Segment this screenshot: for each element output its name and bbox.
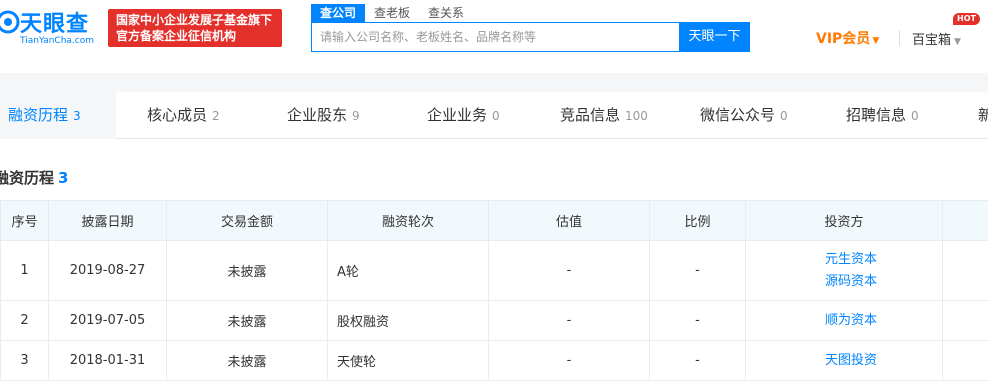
tab-label: 企业股东 [287,106,348,124]
tab-count: 0 [492,109,500,123]
treasure-label: 百宝箱 [912,33,952,48]
caret-down-icon: ▼ [872,36,880,46]
tab-label: 新 [978,106,988,124]
section-title: 融资历程 3 [0,167,68,188]
tab-label: 招聘信息 [846,106,907,124]
logo-english-text: TianYanCha.com [20,36,95,46]
cell-no: 2 [0,300,49,341]
investor-link[interactable]: 源码资本 [760,271,942,293]
tab-search-boss[interactable]: 查老板 [365,4,419,22]
search-input[interactable] [312,23,679,51]
header-cell-date: 披露日期 [48,200,167,241]
cell-investors: 元生资本 源码资本 [745,240,943,301]
table-row: 1 2019-08-27 未披露 A轮 - - 元生资本 源码资本 [0,240,988,301]
tab-count: 2 [212,109,220,123]
tab-count: 0 [780,109,788,123]
cell-valuation: - [488,300,650,341]
cell-amount: 未披露 [166,300,328,341]
tab-count: 3 [73,109,81,123]
tab-label: 竞品信息 [560,106,621,124]
cell-extra [942,240,988,301]
tab-label: 融资历程 [8,106,69,124]
cell-ratio: - [649,300,746,341]
tab-business[interactable]: 企业业务 0 [427,92,500,139]
cell-investors: 顺为资本 [745,300,943,341]
header-divider [899,30,900,46]
slogan-badge: 国家中小企业发展子基金旗下 官方备案企业征信机构 [108,9,282,47]
cell-amount: 未披露 [166,340,328,381]
tab-core-members[interactable]: 核心成员 2 [147,92,220,139]
header-cell-valuation: 估值 [488,200,650,241]
tab-label: 核心成员 [147,106,208,124]
tab-shareholders[interactable]: 企业股东 9 [287,92,360,139]
section-count: 3 [58,169,69,187]
table-header-row: 序号 披露日期 交易金额 融资轮次 估值 比例 投资方 [0,200,988,241]
hot-badge: HOT [953,13,980,25]
eye-logo-icon [0,10,20,34]
tab-label: 企业业务 [427,106,488,124]
tab-count: 0 [911,109,919,123]
cell-valuation: - [488,240,650,301]
tab-count: 9 [352,109,360,123]
header-cell-amount: 交易金额 [166,200,328,241]
table-row: 3 2018-01-31 未披露 天使轮 - - 天图投资 [0,340,988,381]
logo-chinese-text: 天眼查 [20,12,90,37]
header-cell-extra [942,200,988,241]
cell-date: 2019-08-27 [48,240,167,301]
financing-table: 序号 披露日期 交易金额 融资轮次 估值 比例 投资方 1 2019-08-27… [0,200,988,381]
cell-investors: 天图投资 [745,340,943,381]
investor-link[interactable]: 顺为资本 [760,310,942,332]
tab-competitors[interactable]: 竞品信息 100 [560,92,648,139]
cell-date: 2019-07-05 [48,300,167,341]
slogan-line-1: 国家中小企业发展子基金旗下 [116,13,273,27]
section-nav: 融资历程 3 核心成员 2 企业股东 9 企业业务 0 竞品信息 100 微信公众号 0 招… [0,92,988,139]
slogan-line-2: 官方备案企业征信机构 [116,29,237,43]
header-cell-no: 序号 [0,200,49,241]
tab-count: 100 [625,109,648,123]
cell-round: 天使轮 [327,340,489,381]
vip-member-menu[interactable]: VIP会员 ▼ [816,28,879,48]
cell-ratio: - [649,340,746,381]
header-cell-round: 融资轮次 [327,200,489,241]
cell-valuation: - [488,340,650,381]
treasure-box-menu[interactable]: 百宝箱 ▼ [912,29,961,48]
tab-recruitment[interactable]: 招聘信息 0 [846,92,919,139]
site-logo[interactable]: 天眼查 TianYanCha.com [0,6,100,50]
search-button[interactable]: 天眼一下 [679,22,750,52]
caret-down-icon: ▼ [954,37,961,47]
tab-more[interactable]: 新 [978,92,988,139]
cell-no: 1 [0,240,49,301]
investor-link[interactable]: 元生资本 [760,249,942,271]
cell-date: 2018-01-31 [48,340,167,381]
search-type-tabs: 查公司 查老板 查关系 [311,4,473,22]
cell-ratio: - [649,240,746,301]
header-cell-investors: 投资方 [745,200,943,241]
tab-search-company[interactable]: 查公司 [311,4,366,22]
tab-label: 微信公众号 [700,106,776,124]
vip-label: VIP会员 [816,31,871,47]
tab-financing-history[interactable]: 融资历程 3 [0,92,116,139]
tab-search-relation[interactable]: 查关系 [419,4,473,22]
header-cell-ratio: 比例 [649,200,746,241]
cell-round: A轮 [327,240,489,301]
cell-round: 股权融资 [327,300,489,341]
table-row: 2 2019-07-05 未披露 股权融资 - - 顺为资本 [0,300,988,341]
investor-link[interactable]: 天图投资 [760,350,942,372]
search-box [311,22,679,52]
cell-extra [942,300,988,341]
top-header: 天眼查 TianYanCha.com 国家中小企业发展子基金旗下 官方备案企业征… [0,0,988,73]
cell-amount: 未披露 [166,240,328,301]
cell-no: 3 [0,340,49,381]
tab-wechat-accounts[interactable]: 微信公众号 0 [700,92,788,139]
cell-extra [942,340,988,381]
section-title-label: 融资历程 [0,169,55,187]
